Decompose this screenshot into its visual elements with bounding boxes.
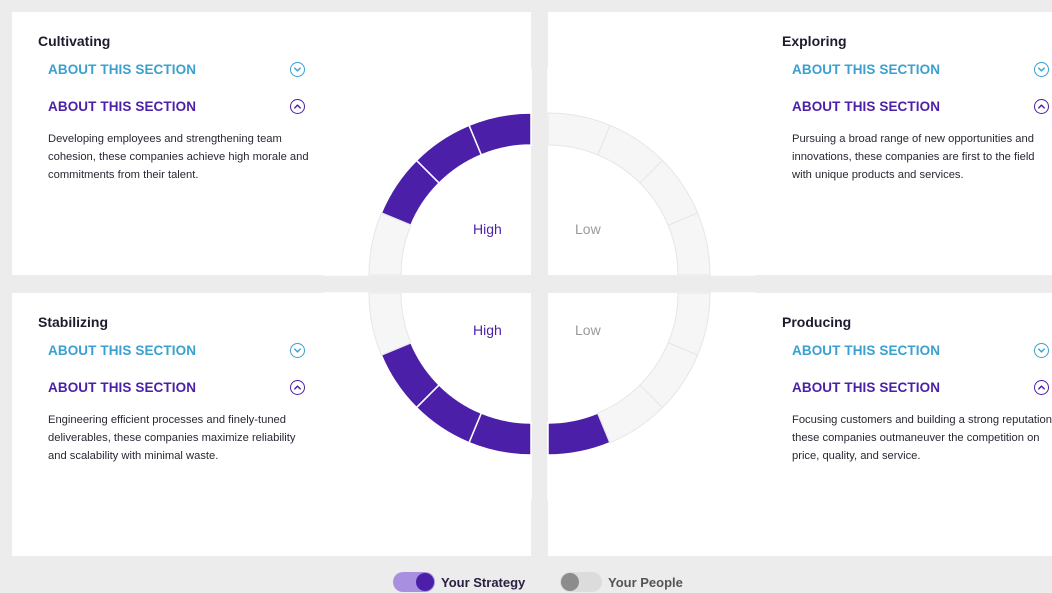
quadrant-title: Stabilizing [38,314,108,330]
quadrant-title: Exploring [782,33,847,49]
about-section-label: ABOUT THIS SECTION [48,61,197,77]
quadrant-card-stabilizing: Stabilizing ABOUT THIS SECTION ABOUT THI… [12,293,531,556]
chevron-down-icon[interactable] [290,342,305,358]
chevron-up-icon[interactable] [290,379,305,395]
chevron-down-icon[interactable] [290,61,305,77]
about-section-toggle-collapsed[interactable]: ABOUT THIS SECTION [792,58,1049,80]
quadrant-card-cultivating: Cultivating ABOUT THIS SECTION ABOUT THI… [12,12,531,275]
about-section-toggle-collapsed[interactable]: ABOUT THIS SECTION [48,58,305,80]
quadrant-card-exploring: Exploring ABOUT THIS SECTION ABOUT THIS … [548,12,1052,275]
about-section-label: ABOUT THIS SECTION [792,61,941,77]
level-label-high: High [473,221,502,237]
level-label-high: High [473,322,502,338]
chevron-up-icon[interactable] [290,98,305,114]
quadrant-description: Engineering efficient processes and fine… [48,414,296,462]
chevron-up-icon[interactable] [1034,98,1049,114]
legend-label: Your People [608,574,683,590]
about-section-label: ABOUT THIS SECTION [792,98,941,114]
about-section-toggle-expanded[interactable]: ABOUT THIS SECTION [792,95,1049,117]
legend-label: Your Strategy [441,574,526,590]
chevron-down-icon[interactable] [1034,61,1049,77]
quadrant-description: Focusing customers and building a strong… [792,414,1052,462]
quadrant-card-producing: Producing ABOUT THIS SECTION ABOUT THIS … [548,293,1052,556]
strategy-toggle[interactable] [393,572,435,592]
legend-your-strategy[interactable]: Your Strategy [393,572,525,592]
about-section-toggle-collapsed[interactable]: ABOUT THIS SECTION [48,339,305,361]
about-section-label: ABOUT THIS SECTION [48,379,197,395]
people-toggle[interactable] [560,572,602,592]
quadrant-title: Cultivating [38,33,111,49]
legend-your-people[interactable]: Your People [560,572,683,592]
about-section-toggle-collapsed[interactable]: ABOUT THIS SECTION [792,339,1049,361]
about-section-label: ABOUT THIS SECTION [48,98,197,114]
toggle-knob [416,573,434,591]
about-section-toggle-expanded[interactable]: ABOUT THIS SECTION [48,95,305,117]
toggle-knob [561,573,579,591]
level-label-low: Low [575,322,601,338]
about-section-label: ABOUT THIS SECTION [792,379,941,395]
chevron-up-icon[interactable] [1034,379,1049,395]
quadrant-description: Developing employees and strengthening t… [48,133,309,181]
quadrant-title: Producing [782,314,852,330]
about-section-toggle-expanded[interactable]: ABOUT THIS SECTION [792,376,1049,398]
chevron-down-icon[interactable] [1034,342,1049,358]
about-section-label: ABOUT THIS SECTION [48,342,197,358]
about-section-label: ABOUT THIS SECTION [792,342,941,358]
about-section-toggle-expanded[interactable]: ABOUT THIS SECTION [48,376,305,398]
level-label-low: Low [575,221,601,237]
quadrant-description: Pursuing a broad range of new opportunit… [792,133,1035,181]
